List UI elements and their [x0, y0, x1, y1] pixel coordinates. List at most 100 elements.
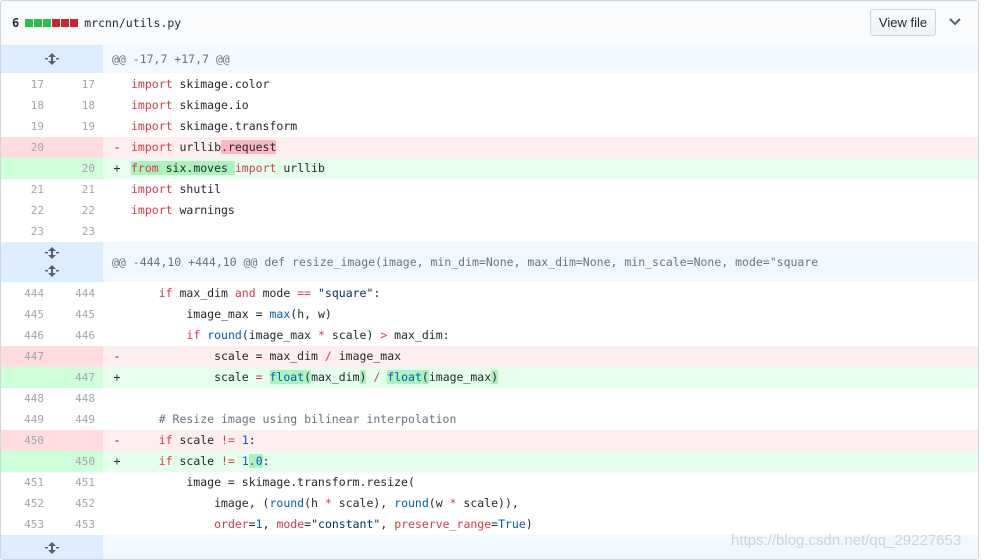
new-line-number[interactable]: 20 [52, 158, 103, 179]
change-count: 6 [12, 16, 20, 30]
new-line-number[interactable]: 449 [52, 409, 103, 430]
hunk-label: @@ -17,7 +17,7 @@ [112, 52, 230, 66]
old-line-number[interactable]: 22 [1, 200, 52, 221]
expand-button[interactable] [1, 242, 103, 282]
old-line-number[interactable]: 451 [1, 472, 52, 493]
new-line-number[interactable]: 448 [52, 388, 103, 409]
new-line-number[interactable]: 453 [52, 514, 103, 535]
code-text: image_max = max(h, w) [131, 307, 332, 321]
diffstat-block [25, 19, 34, 27]
diff-file: 6 mrcnn/utils.py View file @@ -17,7 +17,… [0, 0, 979, 560]
old-line-number[interactable]: 21 [1, 179, 52, 200]
code-text: if scale != 1: [158, 433, 256, 447]
diff-sign [103, 200, 131, 221]
diff-sign [103, 116, 131, 137]
unfold-icon [45, 542, 59, 554]
diff-sign [103, 221, 131, 242]
view-file-button[interactable]: View file [870, 9, 936, 36]
old-line-number[interactable]: 450 [1, 430, 52, 451]
diff-sign [103, 304, 131, 325]
new-line-number[interactable]: 18 [52, 95, 103, 116]
old-line-number[interactable]: 18 [1, 95, 52, 116]
old-line-number[interactable] [1, 451, 52, 472]
new-line-number[interactable]: 19 [52, 116, 103, 137]
diff-line: 450 + if scale != 1.0: [1, 451, 978, 472]
new-line-number[interactable]: 22 [52, 200, 103, 221]
new-line-number[interactable]: 17 [52, 74, 103, 95]
diff-sign [103, 472, 131, 493]
old-line-number[interactable]: 449 [1, 409, 52, 430]
unfold-icon [45, 262, 59, 280]
new-line-number[interactable]: 23 [52, 221, 103, 242]
new-line-number[interactable]: 447 [52, 367, 103, 388]
unfold-icon [45, 50, 59, 68]
diff-line: 452 452 image, (round(h * scale), round(w… [1, 493, 978, 514]
code-text: import skimage.transform [131, 119, 298, 133]
code-text: scale = float(max_dim) / float(image_max… [131, 370, 499, 384]
diff-sign [103, 325, 131, 346]
new-line-number[interactable] [52, 137, 103, 158]
new-line-number[interactable] [52, 346, 103, 367]
diff-line: 450 - if scale != 1: [1, 430, 978, 451]
diff-sign: - [113, 349, 121, 363]
expand-button[interactable] [1, 535, 103, 559]
diff-line: 447 - scale = max_dim / image_max [1, 346, 978, 367]
old-line-number[interactable]: 17 [1, 74, 52, 95]
hunk-header: @@ -17,7 +17,7 @@ [1, 45, 978, 73]
chevron-down-icon[interactable] [947, 15, 963, 29]
code-text: import skimage.color [131, 77, 270, 91]
diffstat-block [70, 19, 79, 27]
code-text: # Resize image using bilinear interpolat… [131, 412, 457, 426]
old-line-number[interactable] [1, 158, 52, 179]
file-path-link[interactable]: mrcnn/utils.py [84, 16, 181, 30]
diff-line: 444 444 if max_dim and mode == "square": [1, 283, 978, 304]
old-line-number[interactable]: 444 [1, 283, 52, 304]
diffstat-bar [25, 19, 79, 27]
old-line-number[interactable]: 19 [1, 116, 52, 137]
old-line-number[interactable]: 446 [1, 325, 52, 346]
new-line-number[interactable]: 21 [52, 179, 103, 200]
hunk-label: @@ -444,10 +444,10 @@ def resize_image(i… [112, 255, 819, 269]
old-line-number[interactable]: 445 [1, 304, 52, 325]
code-text: import shutil [131, 182, 222, 196]
code-text: from six.moves import urllib [131, 161, 325, 175]
old-line-number[interactable]: 452 [1, 493, 52, 514]
old-line-number[interactable]: 453 [1, 514, 52, 535]
new-line-number[interactable]: 444 [52, 283, 103, 304]
diff-line: 19 19 import skimage.transform [1, 116, 978, 137]
code-text: image, (round(h * scale), round(w * scal… [131, 496, 519, 510]
diff-sign: - [113, 140, 121, 154]
new-line-number[interactable] [52, 430, 103, 451]
old-line-number[interactable]: 23 [1, 221, 52, 242]
diff-sign: + [113, 370, 121, 384]
diff-sign [103, 388, 131, 409]
diff-sign [103, 283, 131, 304]
diff-line: 18 18 import skimage.io [1, 95, 978, 116]
old-line-number[interactable]: 447 [1, 346, 52, 367]
new-line-number[interactable]: 451 [52, 472, 103, 493]
diff-line: 20 - import urllib.request [1, 137, 978, 158]
diff-line: 447 + scale = float(max_dim) / float(imag… [1, 367, 978, 388]
file-header: 6 mrcnn/utils.py View file [1, 1, 978, 46]
old-line-number[interactable]: 448 [1, 388, 52, 409]
diffstat-block [61, 19, 70, 27]
diff-line: 17 17 import skimage.color [1, 74, 978, 95]
diff-sign [103, 179, 131, 200]
new-line-number[interactable]: 446 [52, 325, 103, 346]
diff-sign [103, 514, 131, 535]
diff-line: 449 449 # Resize image using bilinear int… [1, 409, 978, 430]
diff-sign [103, 95, 131, 116]
diff-sign: - [113, 433, 121, 447]
old-line-number[interactable]: 20 [1, 137, 52, 158]
diff-line: 23 23 [1, 221, 978, 242]
diffstat-block [34, 19, 43, 27]
expand-button[interactable] [1, 45, 103, 73]
diff-line: 22 22 import warnings [1, 200, 978, 221]
new-line-number[interactable]: 450 [52, 451, 103, 472]
old-line-number[interactable] [1, 367, 52, 388]
new-line-number[interactable]: 445 [52, 304, 103, 325]
code-text: if max_dim and mode == "square": [158, 286, 381, 300]
new-line-number[interactable]: 452 [52, 493, 103, 514]
